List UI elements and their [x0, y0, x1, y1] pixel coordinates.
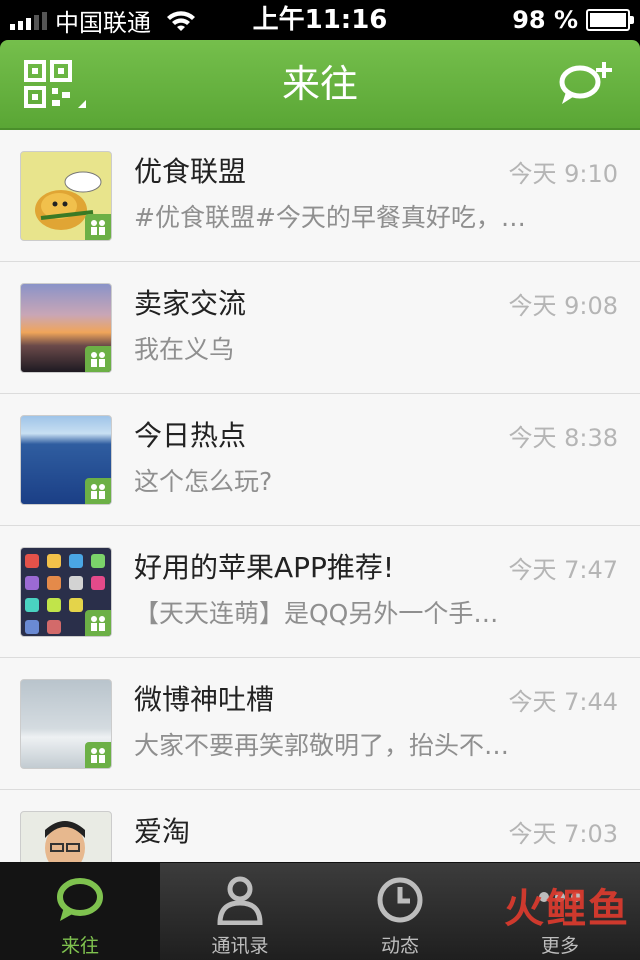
- conversation-row[interactable]: 好用的苹果APP推荐! 今天 7:47 【天天连萌】是QQ另外一个手…: [0, 526, 640, 658]
- conversation-title: 微博神吐槽: [134, 683, 275, 716]
- tab-moments[interactable]: 动态: [320, 863, 480, 960]
- conversation-time: 今天 7:03: [508, 820, 618, 848]
- status-bar: 中国联通 上午11:16 98 %: [0, 0, 640, 40]
- conversation-row[interactable]: 优食联盟 今天 9:10 #优食联盟#今天的早餐真好吃，…: [0, 130, 640, 262]
- nav-bar: 来往: [0, 40, 640, 130]
- conversation-preview: #优食联盟#今天的早餐真好吃，…: [134, 203, 526, 232]
- conversation-row[interactable]: 卖家交流 今天 9:08 我在义乌: [0, 262, 640, 394]
- avatar: [20, 151, 112, 241]
- battery-icon: [586, 9, 634, 31]
- group-badge-icon: [85, 346, 111, 372]
- tab-label: 动态: [380, 935, 419, 957]
- conversation-list[interactable]: 优食联盟 今天 9:10 #优食联盟#今天的早餐真好吃，… 卖家交流 今天 9:…: [0, 130, 640, 862]
- battery-percent: 98 %: [512, 6, 578, 34]
- tab-label: 更多: [540, 935, 579, 957]
- conversation-time: 今天 8:38: [508, 424, 618, 452]
- tab-label: 来往: [60, 935, 99, 957]
- contacts-icon: [217, 876, 263, 925]
- group-badge-icon: [85, 478, 111, 504]
- conversation-time: 今天 7:47: [508, 556, 618, 584]
- conversation-time: 今天 9:10: [508, 160, 618, 188]
- avatar: [20, 415, 112, 505]
- new-chat-icon[interactable]: [556, 56, 620, 110]
- watermark-logo: 火鲤鱼: [504, 885, 630, 932]
- conversation-preview: 【天天连萌】是QQ另外一个手…: [134, 599, 499, 628]
- tab-laiwang[interactable]: 来往: [0, 863, 160, 960]
- avatar: [20, 283, 112, 373]
- conversation-title: 好用的苹果APP推荐!: [134, 551, 395, 584]
- tab-contacts[interactable]: 通讯录: [160, 863, 320, 960]
- avatar: [20, 811, 112, 862]
- conversation-row[interactable]: 微博神吐槽 今天 7:44 大家不要再笑郭敬明了，抬头不…: [0, 658, 640, 790]
- avatar: [20, 679, 112, 769]
- conversation-time: 今天 9:08: [508, 292, 618, 320]
- conversation-preview: 大家不要再笑郭敬明了，抬头不…: [134, 731, 510, 760]
- conversation-title: 今日热点: [134, 419, 247, 452]
- conversation-time: 今天 7:44: [508, 688, 618, 716]
- conversation-row[interactable]: 爱淘 今天 7:03: [0, 790, 640, 862]
- conversation-preview: 我在义乌: [134, 335, 235, 364]
- chat-bubble-icon: [57, 878, 103, 921]
- avatar: [20, 547, 112, 637]
- conversation-title: 爱淘: [134, 815, 191, 848]
- conversation-row[interactable]: 今日热点 今天 8:38 这个怎么玩?: [0, 394, 640, 526]
- conversation-preview: 这个怎么玩?: [134, 467, 273, 496]
- conversation-title: 卖家交流: [134, 287, 247, 320]
- group-badge-icon: [85, 214, 111, 240]
- group-badge-icon: [85, 610, 111, 636]
- group-badge-icon: [85, 742, 111, 768]
- clock-icon: [377, 877, 423, 923]
- tab-label: 通讯录: [211, 935, 269, 957]
- page-title: 来往: [281, 62, 358, 106]
- conversation-title: 优食联盟: [134, 155, 247, 188]
